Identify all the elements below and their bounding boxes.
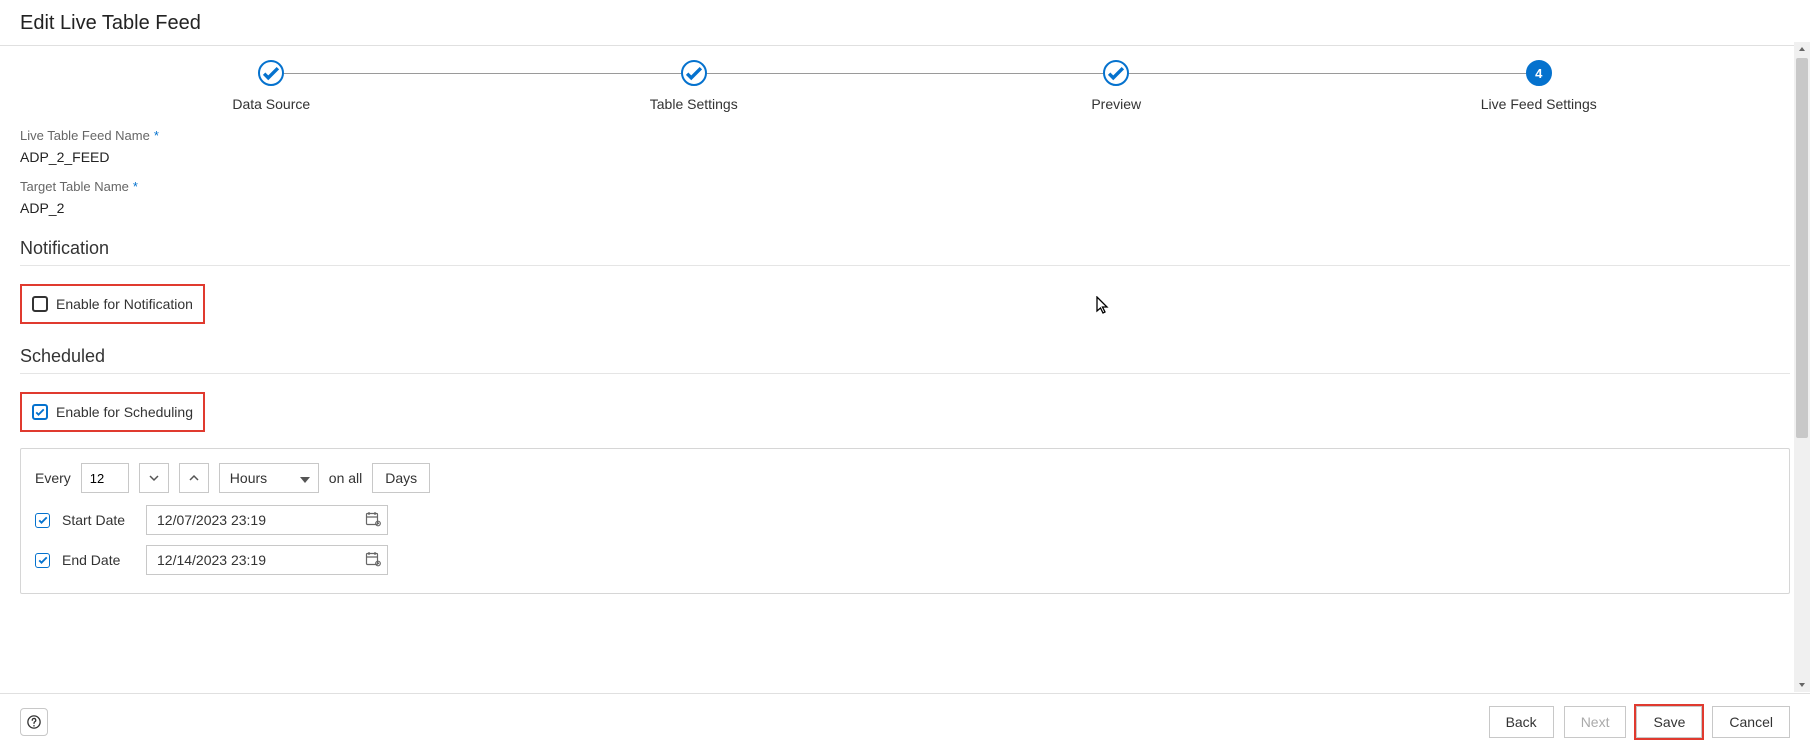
step-label: Live Feed Settings [1481, 96, 1597, 112]
step-preview[interactable]: Preview [905, 60, 1328, 112]
caret-down-icon [300, 470, 310, 486]
interval-decrement-button[interactable] [139, 463, 169, 493]
start-date-row: Start Date 12/07/2023 23:19 [35, 505, 1775, 535]
vertical-scrollbar[interactable] [1794, 42, 1810, 692]
calendar-icon [365, 551, 381, 570]
end-date-checkbox[interactable] [35, 553, 50, 568]
checkbox-checked-icon [32, 404, 48, 420]
target-table-value: ADP_2 [20, 200, 1790, 216]
step-label: Table Settings [650, 96, 738, 112]
wizard-stepper: Data Source Table Settings Preview 4 Liv… [0, 46, 1810, 122]
step-table-settings[interactable]: Table Settings [483, 60, 906, 112]
help-button[interactable] [20, 708, 48, 736]
checkbox-icon [32, 296, 48, 312]
start-date-checkbox[interactable] [35, 513, 50, 528]
checkbox-label: Enable for Notification [56, 296, 193, 312]
check-icon [1103, 60, 1129, 86]
content-area: Data Source Table Settings Preview 4 Liv… [0, 46, 1810, 696]
feed-name-value: ADP_2_FEED [20, 149, 1790, 165]
save-button[interactable]: Save [1636, 706, 1702, 738]
enable-notification-checkbox[interactable]: Enable for Notification [22, 286, 203, 322]
check-icon [258, 60, 284, 86]
chevron-down-icon [149, 473, 159, 483]
cancel-button[interactable]: Cancel [1712, 706, 1790, 738]
end-date-label: End Date [62, 552, 134, 568]
schedule-panel: Every Hours on all Days [20, 448, 1790, 594]
enable-scheduling-checkbox[interactable]: Enable for Scheduling [22, 394, 203, 430]
checkbox-label: Enable for Scheduling [56, 404, 193, 420]
form-body: Live Table Feed Name * ADP_2_FEED Target… [0, 122, 1810, 614]
back-button[interactable]: Back [1489, 706, 1554, 738]
step-data-source[interactable]: Data Source [60, 60, 483, 112]
end-date-row: End Date 12/14/2023 23:19 [35, 545, 1775, 575]
required-asterisk: * [154, 128, 159, 143]
page-title: Edit Live Table Feed [20, 12, 1790, 35]
chevron-up-icon [189, 473, 199, 483]
step-label: Data Source [232, 96, 310, 112]
step-number-badge: 4 [1526, 60, 1552, 86]
step-live-feed-settings[interactable]: 4 Live Feed Settings [1328, 60, 1751, 112]
footer-actions: Back Next Save Cancel [1489, 706, 1790, 738]
required-asterisk: * [133, 179, 138, 194]
select-value: Hours [230, 470, 267, 486]
field-feed-name: Live Table Feed Name * ADP_2_FEED [20, 128, 1790, 165]
highlight-scheduled: Enable for Scheduling [20, 392, 205, 432]
next-button: Next [1564, 706, 1627, 738]
interval-unit-select[interactable]: Hours [219, 463, 319, 493]
page-header: Edit Live Table Feed [0, 0, 1810, 46]
highlight-notification: Enable for Notification [20, 284, 205, 324]
interval-row: Every Hours on all Days [35, 463, 1775, 493]
step-label: Preview [1091, 96, 1141, 112]
field-label: Live Table Feed Name * [20, 128, 1790, 143]
start-date-input[interactable]: 12/07/2023 23:19 [146, 505, 388, 535]
section-divider [20, 373, 1790, 374]
date-value: 12/14/2023 23:19 [157, 552, 266, 568]
date-value: 12/07/2023 23:19 [157, 512, 266, 528]
field-target-table: Target Table Name * ADP_2 [20, 179, 1790, 216]
footer-bar: Back Next Save Cancel [0, 693, 1810, 750]
scroll-down-arrow-icon[interactable] [1794, 676, 1810, 692]
help-icon [27, 715, 41, 729]
days-button[interactable]: Days [372, 463, 430, 493]
mouse-cursor-icon [1096, 296, 1110, 316]
scrollbar-thumb[interactable] [1796, 58, 1808, 438]
section-title-notification: Notification [20, 238, 1790, 259]
check-icon [681, 60, 707, 86]
end-date-input[interactable]: 12/14/2023 23:19 [146, 545, 388, 575]
interval-input[interactable] [81, 463, 129, 493]
interval-increment-button[interactable] [179, 463, 209, 493]
every-label: Every [35, 470, 71, 486]
field-label: Target Table Name * [20, 179, 1790, 194]
section-title-scheduled: Scheduled [20, 346, 1790, 367]
on-all-label: on all [329, 470, 362, 486]
start-date-label: Start Date [62, 512, 134, 528]
scroll-up-arrow-icon[interactable] [1794, 42, 1810, 58]
section-divider [20, 265, 1790, 266]
calendar-icon [365, 511, 381, 530]
